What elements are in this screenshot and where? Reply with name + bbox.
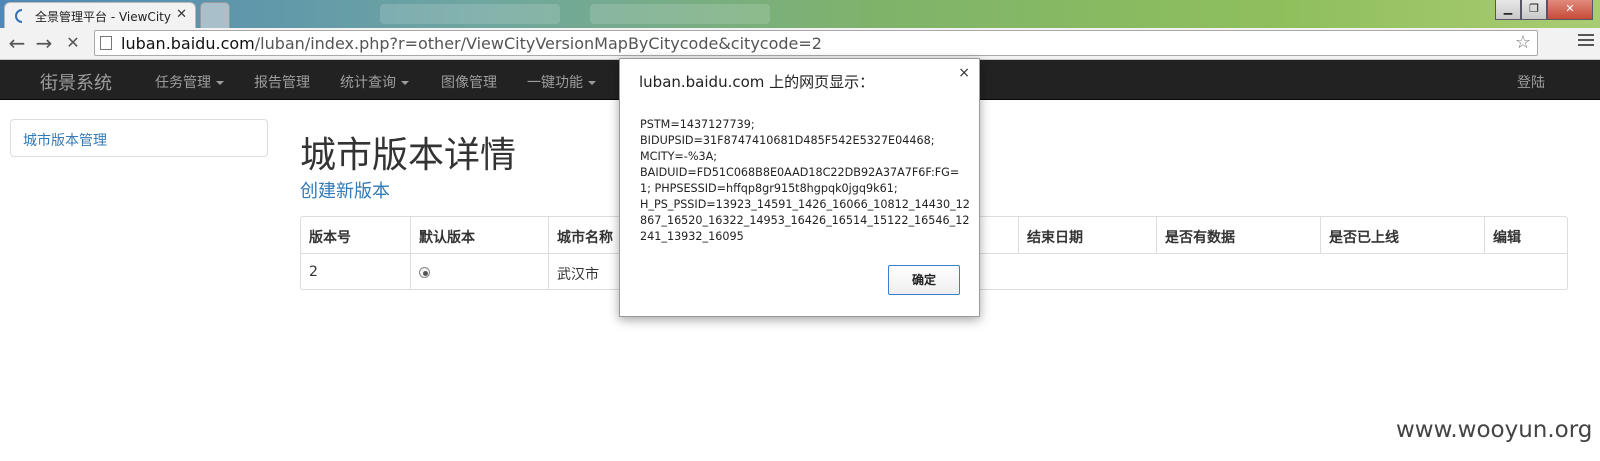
create-version-link[interactable]: 创建新版本 <box>300 177 390 203</box>
nav-item-report-management[interactable]: 报告管理 <box>254 72 310 92</box>
table-header: 版本号 <box>301 217 411 254</box>
stop-loading-icon[interactable]: ✕ <box>62 32 84 54</box>
window-minimize-button[interactable]: ▁ <box>1495 0 1521 20</box>
browser-toolbar: ← → ✕ luban.baidu.com/luban/index.php?r=… <box>0 28 1600 60</box>
caret-down-icon <box>401 81 409 85</box>
login-link[interactable]: 登陆 <box>1517 72 1545 92</box>
forward-arrow-icon[interactable]: → <box>33 32 55 54</box>
brand-title[interactable]: 街景系统 <box>40 69 112 95</box>
table-header: 编辑 <box>1485 217 1567 254</box>
alert-dialog: luban.baidu.com 上的网页显示： × PSTM=143712773… <box>619 58 980 317</box>
url-path: /luban/index.php?r=other/ViewCityVersion… <box>254 34 822 53</box>
window-close-button[interactable]: ✕ <box>1547 0 1593 20</box>
nav-item-label: 图像管理 <box>441 75 497 91</box>
ok-button[interactable]: 确定 <box>888 265 960 295</box>
address-url[interactable]: luban.baidu.com/luban/index.php?r=other/… <box>121 34 822 53</box>
sidebar-item-city-version[interactable]: 城市版本管理 <box>23 130 107 150</box>
nav-item-task-management[interactable]: 任务管理 <box>155 72 224 92</box>
sidebar: 城市版本管理 <box>10 119 268 157</box>
dialog-title: luban.baidu.com 上的网页显示： <box>639 73 875 91</box>
caret-down-icon <box>216 81 224 85</box>
page-icon <box>100 36 112 50</box>
page-title: 城市版本详情 <box>300 135 517 176</box>
caret-down-icon <box>588 81 596 85</box>
back-arrow-icon[interactable]: ← <box>6 32 28 54</box>
address-bar[interactable]: luban.baidu.com/luban/index.php?r=other/… <box>94 30 1538 56</box>
loading-spinner-icon <box>15 9 23 23</box>
nav-item-statistics[interactable]: 统计查询 <box>340 72 409 92</box>
url-domain: luban.baidu.com <box>121 34 255 53</box>
nav-item-label: 报告管理 <box>254 75 310 91</box>
browser-tab-active[interactable]: 全景管理平台 - ViewCity ✕ <box>4 2 196 28</box>
nav-item-one-click[interactable]: 一键功能 <box>527 72 596 92</box>
browser-titlebar: 全景管理平台 - ViewCity ✕ ▁ ❐ ✕ <box>0 0 1600 28</box>
background-tab[interactable] <box>380 4 560 24</box>
nav-item-label: 统计查询 <box>340 75 396 91</box>
new-tab-button[interactable] <box>200 2 230 28</box>
window-maximize-button[interactable]: ❐ <box>1521 0 1547 20</box>
nav-item-label: 任务管理 <box>155 75 211 91</box>
table-header: 默认版本 <box>411 217 549 254</box>
default-version-radio[interactable] <box>419 267 430 278</box>
nav-item-label: 一键功能 <box>527 75 583 91</box>
table-cell-version: 2 <box>301 254 411 290</box>
background-tab[interactable] <box>590 4 770 24</box>
close-icon[interactable]: × <box>958 65 970 81</box>
tab-close-icon[interactable]: ✕ <box>176 7 187 22</box>
watermark: www.wooyun.org <box>1396 417 1593 443</box>
bookmark-star-icon[interactable]: ☆ <box>1515 32 1531 53</box>
table-header: 结束日期 <box>1019 217 1157 254</box>
tab-title: 全景管理平台 - ViewCity <box>35 10 171 24</box>
nav-item-image-management[interactable]: 图像管理 <box>441 72 497 92</box>
table-cell-default <box>411 254 549 290</box>
dialog-message: PSTM=1437127739; BIDUPSID=31F8747410681D… <box>640 118 970 243</box>
table-header: 是否有数据 <box>1157 217 1321 254</box>
browser-menu-icon[interactable] <box>1578 34 1594 48</box>
table-header: 是否已上线 <box>1321 217 1485 254</box>
